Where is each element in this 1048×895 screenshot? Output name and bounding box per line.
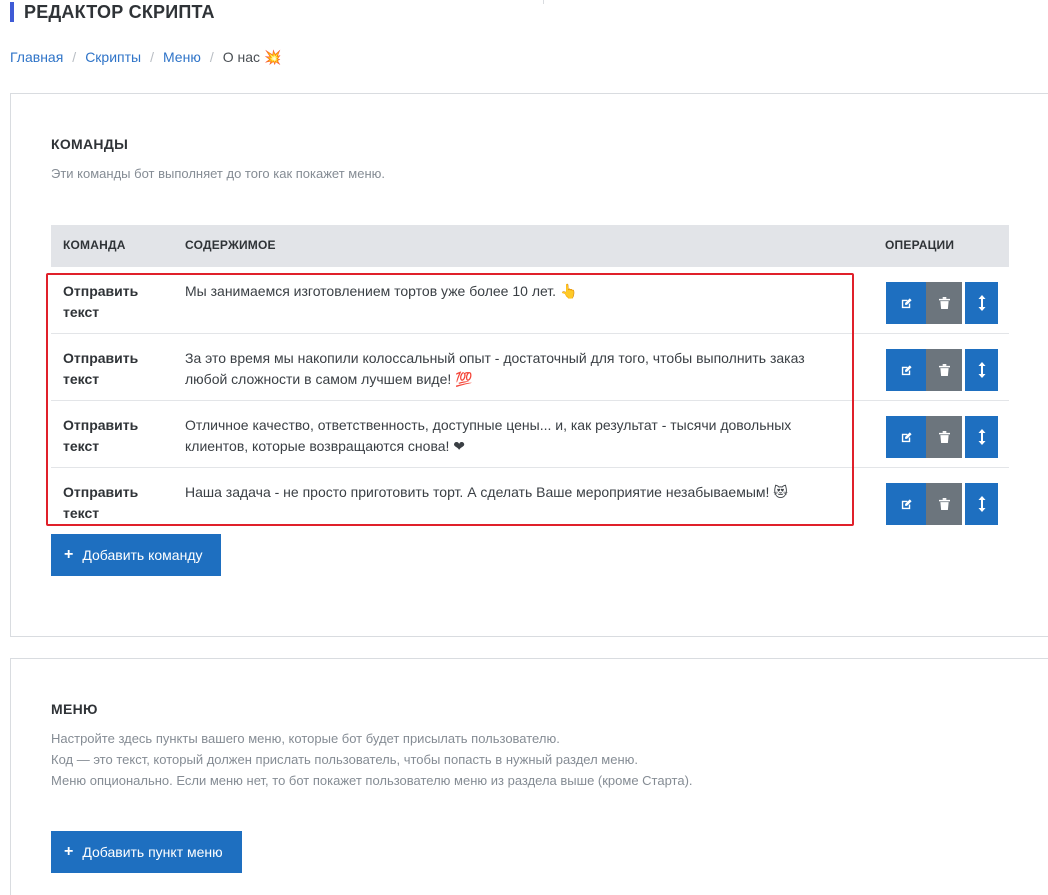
- edit-icon: [901, 364, 912, 375]
- commands-table-header: КОМАНДА СОДЕРЖИМОЕ ОПЕРАЦИИ: [51, 225, 1009, 267]
- breadcrumb-scripts[interactable]: Скрипты: [85, 49, 141, 65]
- row-content: Наша задача - не просто приготовить торт…: [185, 484, 788, 500]
- row-operations: [886, 483, 998, 525]
- trash-icon: [938, 498, 950, 510]
- plus-icon: +: [64, 843, 74, 860]
- column-operations: ОПЕРАЦИИ: [885, 238, 955, 252]
- breadcrumb-separator: /: [72, 49, 77, 65]
- row-operations: [886, 349, 998, 391]
- row-content: Мы занимаемся изготовлением тортов уже б…: [185, 283, 578, 299]
- add-command-label: Добавить команду: [82, 547, 203, 563]
- row-operations: [886, 416, 998, 458]
- breadcrumb-separator: /: [150, 49, 154, 65]
- edit-icon: [901, 431, 912, 442]
- row-content: Отличное качество, ответственность, дост…: [185, 417, 792, 454]
- table-row: Отправить текст Наша задача - не просто …: [51, 468, 1009, 535]
- breadcrumb-separator: /: [209, 49, 214, 65]
- trash-icon: [938, 297, 950, 309]
- top-divider: [543, 0, 544, 4]
- row-content: За это время мы накопили колоссальный оп…: [185, 350, 805, 387]
- menu-card: МЕНЮ Настройте здесь пункты вашего меню,…: [10, 658, 1048, 895]
- delete-button[interactable]: [926, 483, 962, 525]
- delete-button[interactable]: [926, 416, 962, 458]
- delete-button[interactable]: [926, 282, 962, 324]
- edit-button[interactable]: [886, 416, 926, 458]
- row-operations: [886, 282, 998, 324]
- trash-icon: [938, 431, 950, 443]
- add-menu-item-label: Добавить пункт меню: [82, 844, 223, 860]
- table-row: Отправить текст Мы занимаемся изготовлен…: [51, 267, 1009, 334]
- column-command: КОМАНДА: [63, 238, 126, 252]
- menu-description-line: Код — это текст, который должен прислать…: [51, 752, 639, 767]
- move-vertical-icon: [978, 429, 985, 445]
- row-command: Отправить текст: [63, 417, 139, 454]
- delete-button[interactable]: [926, 349, 962, 391]
- plus-icon: +: [64, 546, 74, 563]
- move-vertical-icon: [978, 496, 985, 512]
- commands-title: КОМАНДЫ: [51, 136, 129, 152]
- add-command-button[interactable]: + Добавить команду: [51, 534, 221, 576]
- collision-icon: 💥: [264, 48, 282, 65]
- menu-description-line: Настройте здесь пункты вашего меню, кото…: [51, 731, 560, 746]
- menu-description-line: Меню опционально. Если меню нет, то бот …: [51, 773, 693, 788]
- column-content: СОДЕРЖИМОЕ: [185, 238, 276, 252]
- move-vertical-icon: [978, 362, 985, 378]
- edit-icon: [901, 297, 912, 308]
- menu-title: МЕНЮ: [51, 701, 98, 717]
- trash-icon: [938, 364, 950, 376]
- breadcrumb: Главная / Скрипты / Меню / О нас 💥: [10, 48, 281, 66]
- page-title: РЕДАКТОР СКРИПТА: [10, 2, 215, 22]
- table-row: Отправить текст Отличное качество, ответ…: [51, 401, 1009, 468]
- row-command: Отправить текст: [63, 350, 139, 387]
- row-command: Отправить текст: [63, 484, 139, 521]
- move-button[interactable]: [965, 282, 998, 324]
- edit-icon: [901, 498, 912, 509]
- edit-button[interactable]: [886, 282, 926, 324]
- move-button[interactable]: [965, 483, 998, 525]
- move-button[interactable]: [965, 349, 998, 391]
- edit-button[interactable]: [886, 483, 926, 525]
- row-command: Отправить текст: [63, 283, 139, 320]
- move-button[interactable]: [965, 416, 998, 458]
- move-vertical-icon: [978, 295, 985, 311]
- breadcrumb-menu[interactable]: Меню: [163, 49, 201, 65]
- edit-button[interactable]: [886, 349, 926, 391]
- breadcrumb-home[interactable]: Главная: [10, 49, 63, 65]
- table-row: Отправить текст За это время мы накопили…: [51, 334, 1009, 401]
- commands-card: КОМАНДЫ Эти команды бот выполняет до тог…: [10, 93, 1048, 637]
- commands-description: Эти команды бот выполняет до того как по…: [51, 166, 385, 181]
- breadcrumb-current: О нас: [222, 49, 261, 65]
- add-menu-item-button[interactable]: + Добавить пункт меню: [51, 831, 242, 873]
